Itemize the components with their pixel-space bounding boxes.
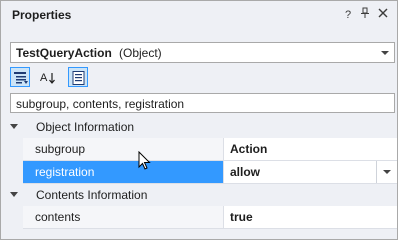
close-button[interactable]	[376, 7, 390, 23]
search-input[interactable]: subgroup, contents, registration	[10, 93, 395, 113]
property-name-cell[interactable]: registration	[23, 161, 224, 184]
chevron-down-icon	[381, 51, 389, 55]
property-value: true	[230, 210, 253, 224]
property-value-cell[interactable]: Action	[224, 138, 397, 161]
row-gutter	[1, 138, 23, 161]
property-name: registration	[35, 165, 95, 179]
property-grid: Object Information subgroup Action regis…	[1, 116, 397, 229]
category-label: Object Information	[36, 120, 135, 134]
alphabetical-icon: A	[40, 72, 55, 84]
property-name-cell[interactable]: contents	[23, 206, 224, 229]
property-pages-button[interactable]	[68, 67, 88, 87]
property-value: Action	[230, 142, 268, 156]
row-gutter	[1, 206, 23, 229]
pin-button[interactable]	[358, 7, 372, 23]
categorized-icon	[14, 72, 28, 84]
collapse-triangle-icon[interactable]	[10, 192, 18, 197]
mouse-cursor-icon	[138, 151, 151, 170]
category-object-information[interactable]: Object Information	[1, 116, 397, 138]
object-type: (Object)	[119, 46, 162, 60]
svg-text:A: A	[40, 72, 48, 84]
property-name: contents	[35, 210, 81, 224]
property-value-cell[interactable]: allow	[224, 161, 397, 184]
help-button[interactable]: ?	[341, 7, 355, 23]
property-row-registration[interactable]: registration allow	[1, 161, 397, 184]
pin-icon	[361, 7, 369, 18]
row-gutter	[1, 161, 23, 184]
title-bar: Properties ?	[1, 1, 397, 29]
property-name: subgroup	[35, 142, 86, 156]
properties-window: Properties ? TestQueryAction (Object) A …	[0, 0, 398, 240]
object-selector[interactable]: TestQueryAction (Object)	[10, 42, 395, 63]
categorized-button[interactable]	[10, 67, 30, 87]
alphabetical-button[interactable]: A	[37, 67, 57, 87]
object-name: TestQueryAction	[16, 46, 112, 60]
search-input-value: subgroup, contents, registration	[16, 97, 185, 111]
property-name-cell[interactable]: subgroup	[23, 138, 224, 161]
property-row-contents[interactable]: contents true	[1, 206, 397, 229]
property-row-subgroup[interactable]: subgroup Action	[1, 138, 397, 161]
value-dropdown-button[interactable]	[376, 161, 397, 183]
collapse-triangle-icon[interactable]	[10, 124, 18, 129]
chevron-down-icon	[383, 170, 391, 174]
category-contents-information[interactable]: Contents Information	[1, 184, 397, 206]
property-value: allow	[230, 165, 261, 179]
property-value-cell[interactable]: true	[224, 206, 397, 229]
close-icon	[378, 8, 388, 18]
category-label: Contents Information	[36, 188, 148, 202]
property-pages-icon	[72, 71, 85, 85]
window-title: Properties	[12, 8, 72, 22]
